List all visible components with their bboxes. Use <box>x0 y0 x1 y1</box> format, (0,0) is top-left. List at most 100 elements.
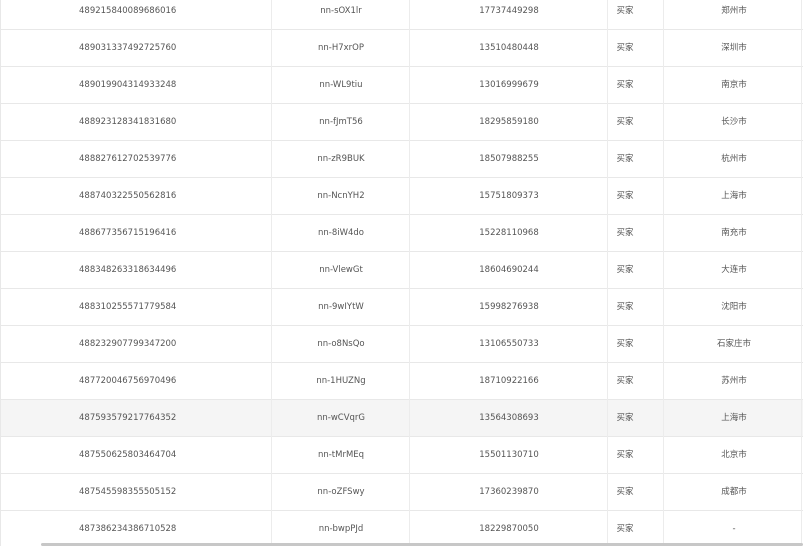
column-divider <box>607 30 608 67</box>
column-divider <box>801 363 802 400</box>
cell-city: 石家庄市 <box>716 339 751 349</box>
cell-nickname: nn-1HUZNg <box>316 376 366 386</box>
cell-phone: 18710922166 <box>479 376 539 386</box>
cell-user-id: 488232907799347200 <box>79 339 177 349</box>
cell-nickname: nn-zR9BUK <box>317 154 365 164</box>
table-row[interactable]: 488827612702539776 nn-zR9BUK 18507988255 买家… <box>1 141 803 178</box>
cell-user-id: 487593579217764352 <box>79 413 177 423</box>
column-divider <box>607 252 608 289</box>
cell-city: 郑州市 <box>721 6 747 16</box>
cell-phone: 13564308693 <box>479 413 539 423</box>
cell-user-id: 488677356715196416 <box>79 228 177 238</box>
table-row[interactable]: 489031337492725760 nn-H7xrOP 13510480448 买家… <box>1 30 803 67</box>
column-divider <box>663 0 664 30</box>
cell-role: 买家 <box>616 43 634 53</box>
table-row[interactable]: 487386234386710528 nn-bwpPJd 18229870050 买家… <box>1 511 803 546</box>
column-divider <box>663 178 664 215</box>
column-divider <box>663 252 664 289</box>
column-divider <box>409 178 410 215</box>
cell-role: 买家 <box>616 265 634 275</box>
cell-user-id: 488923128341831680 <box>79 117 177 127</box>
cell-city: 沈阳市 <box>721 302 747 312</box>
cell-nickname: nn-9wIYtW <box>318 302 364 312</box>
column-divider <box>801 400 802 437</box>
table-row[interactable]: 488232907799347200 nn-o8NsQo 13106550733 买家… <box>1 326 803 363</box>
cell-nickname: nn-bwpPJd <box>318 524 364 534</box>
column-divider <box>801 215 802 252</box>
cell-role: 买家 <box>616 302 634 312</box>
column-divider <box>663 363 664 400</box>
cell-city: 南京市 <box>721 80 747 90</box>
column-divider <box>607 104 608 141</box>
column-divider <box>271 104 272 141</box>
column-divider <box>607 437 608 474</box>
cell-nickname: nn-tMrMEq <box>317 450 365 460</box>
column-divider <box>271 0 272 30</box>
column-divider <box>607 400 608 437</box>
cell-phone: 13510480448 <box>479 43 539 53</box>
column-divider <box>271 215 272 252</box>
cell-nickname: nn-WL9tiu <box>319 80 363 90</box>
cell-city: 北京市 <box>721 450 747 460</box>
column-divider <box>409 141 410 178</box>
cell-user-id: 488310255571779584 <box>79 302 177 312</box>
cell-role: 买家 <box>616 191 634 201</box>
cell-city: 大连市 <box>721 265 747 275</box>
table-row[interactable]: 488740322550562816 nn-NcnYH2 15751809373 买家… <box>1 178 803 215</box>
column-divider <box>271 289 272 326</box>
column-divider <box>409 104 410 141</box>
column-divider <box>607 215 608 252</box>
column-divider <box>663 215 664 252</box>
cell-nickname: nn-sOX1lr <box>320 6 362 16</box>
column-divider <box>663 104 664 141</box>
cell-phone: 17737449298 <box>479 6 539 16</box>
table-row[interactable]: 489215840089686016 nn-sOX1lr 17737449298 买家… <box>1 0 803 30</box>
cell-phone: 18229870050 <box>479 524 539 534</box>
table-row[interactable]: 488310255571779584 nn-9wIYtW 15998276938 买家… <box>1 289 803 326</box>
column-divider <box>271 400 272 437</box>
column-divider <box>607 511 608 546</box>
table-row[interactable]: 487720046756970496 nn-1HUZNg 18710922166 买家… <box>1 363 803 400</box>
cell-role: 买家 <box>616 450 634 460</box>
column-divider <box>271 326 272 363</box>
cell-role: 买家 <box>616 413 634 423</box>
cell-user-id: 488348263318634496 <box>79 265 177 275</box>
table-row[interactable]: 488348263318634496 nn-VlewGt 18604690244 买家… <box>1 252 803 289</box>
cell-phone: 13106550733 <box>479 339 539 349</box>
table-row[interactable]: 487550625803464704 nn-tMrMEq 15501130710 买家… <box>1 437 803 474</box>
cell-user-id: 489019904314933248 <box>79 80 177 90</box>
column-divider <box>271 474 272 511</box>
table-row[interactable]: 487545598355505152 nn-oZFSwy 17360239870 买家… <box>1 474 803 511</box>
column-divider <box>409 215 410 252</box>
user-table: 489215840089686016 nn-sOX1lr 17737449298 买家… <box>0 0 803 546</box>
cell-nickname: nn-fJmT56 <box>319 117 363 127</box>
column-divider <box>801 437 802 474</box>
column-divider <box>663 400 664 437</box>
cell-nickname: nn-NcnYH2 <box>317 191 365 201</box>
cell-city: 杭州市 <box>721 154 747 164</box>
column-divider <box>801 252 802 289</box>
column-divider <box>409 67 410 104</box>
cell-phone: 18295859180 <box>479 117 539 127</box>
cell-user-id: 487386234386710528 <box>79 524 177 534</box>
table-row[interactable]: 487593579217764352 nn-wCVqrG 13564308693 买家… <box>1 400 803 437</box>
cell-role: 买家 <box>616 339 634 349</box>
column-divider <box>271 141 272 178</box>
column-divider <box>409 400 410 437</box>
table-row[interactable]: 489019904314933248 nn-WL9tiu 13016999679 买家… <box>1 67 803 104</box>
column-divider <box>409 437 410 474</box>
cell-nickname: nn-8iW4do <box>317 228 365 238</box>
cell-nickname: nn-o8NsQo <box>317 339 365 349</box>
column-divider <box>663 511 664 546</box>
column-divider <box>801 474 802 511</box>
cell-phone: 17360239870 <box>479 487 539 497</box>
column-divider <box>663 289 664 326</box>
column-divider <box>801 511 802 546</box>
column-divider <box>663 141 664 178</box>
column-divider <box>663 474 664 511</box>
cell-user-id: 488740322550562816 <box>79 191 177 201</box>
cell-nickname: nn-oZFSwy <box>317 487 365 497</box>
table-row[interactable]: 488677356715196416 nn-8iW4do 15228110968 买家… <box>1 215 803 252</box>
column-divider <box>801 104 802 141</box>
table-row[interactable]: 488923128341831680 nn-fJmT56 18295859180 买家… <box>1 104 803 141</box>
